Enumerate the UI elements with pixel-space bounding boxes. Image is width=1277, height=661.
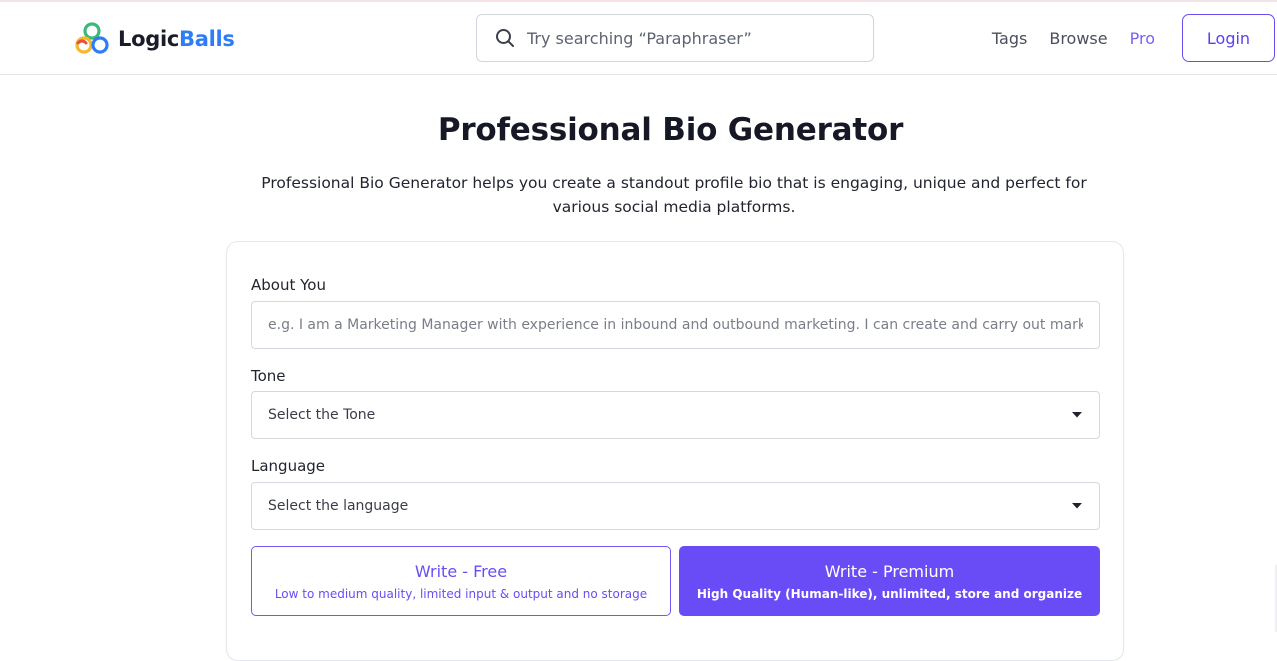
- generator-form-card: About You Tone Select the Tone Language …: [226, 241, 1124, 661]
- language-select[interactable]: Select the language: [251, 482, 1100, 530]
- nav-link-tags[interactable]: Tags: [992, 29, 1027, 48]
- write-premium-subtitle: High Quality (Human-like), unlimited, st…: [696, 586, 1083, 601]
- write-free-title: Write - Free: [414, 561, 508, 581]
- about-you-input[interactable]: [268, 317, 1083, 333]
- nav-link-browse[interactable]: Browse: [1049, 29, 1107, 48]
- about-you-field-wrapper: [251, 301, 1100, 349]
- write-free-button[interactable]: Write - Free Low to medium quality, limi…: [251, 546, 671, 616]
- logicballs-logo-icon: [75, 22, 109, 54]
- page-title: Professional Bio Generator: [437, 112, 904, 148]
- logo-text-balls: Balls: [179, 27, 235, 51]
- caret-down-icon: [1072, 412, 1082, 418]
- login-button[interactable]: Login: [1182, 14, 1275, 62]
- page-description: Professional Bio Generator helps you cre…: [261, 174, 1087, 216]
- tone-select-value: Select the Tone: [268, 407, 376, 423]
- write-free-subtitle: Low to medium quality, limited input & o…: [274, 586, 648, 601]
- nav-link-pro[interactable]: Pro: [1130, 29, 1155, 48]
- caret-down-icon: [1072, 503, 1082, 509]
- about-you-label: About You: [251, 276, 326, 294]
- site-header: LogicBalls Tags Browse Pro Login: [0, 2, 1277, 75]
- tone-select[interactable]: Select the Tone: [251, 391, 1100, 439]
- tone-label: Tone: [251, 367, 286, 385]
- search-box[interactable]: [476, 14, 874, 62]
- language-label: Language: [251, 457, 326, 475]
- top-nav: Tags Browse Pro Login: [992, 14, 1275, 62]
- search-icon: [496, 29, 514, 47]
- logo-text-logic: Logic: [118, 27, 179, 51]
- write-premium-title: Write - Premium: [824, 561, 955, 581]
- logo-text: LogicBalls: [118, 27, 235, 51]
- logo[interactable]: LogicBalls: [74, 21, 235, 57]
- language-select-value: Select the language: [268, 498, 409, 514]
- search-input[interactable]: [527, 18, 873, 58]
- write-premium-button[interactable]: Write - Premium High Quality (Human-like…: [679, 546, 1100, 616]
